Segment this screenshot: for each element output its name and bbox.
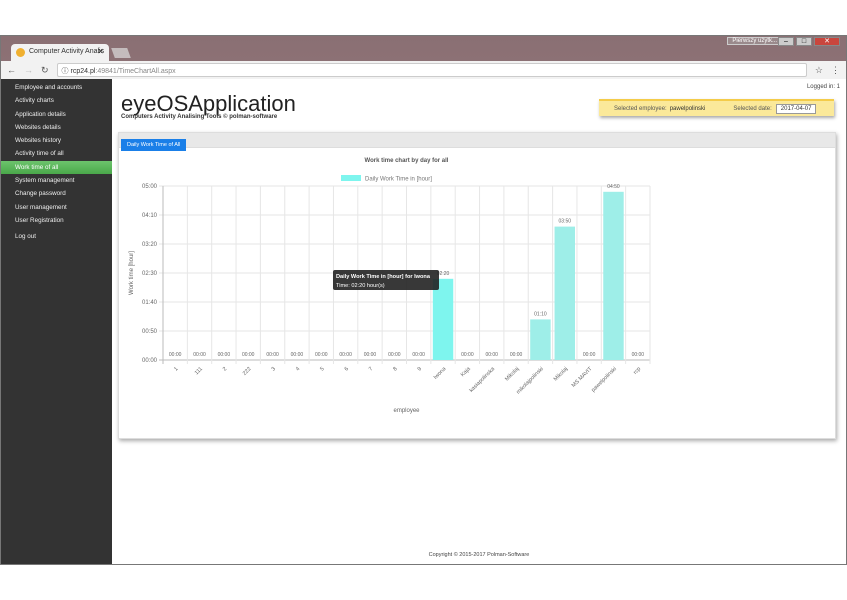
bar <box>554 226 576 360</box>
legend-label: Daily Work Time in [hour] <box>365 177 432 183</box>
sidebar-item-log-out[interactable]: Log out <box>1 230 112 243</box>
sidebar-item-change-password[interactable]: Change password <box>1 187 112 200</box>
data-label: 00:00 <box>339 352 352 358</box>
reload-icon[interactable]: ↻ <box>41 65 49 76</box>
x-axis-title: employee <box>393 408 420 414</box>
back-icon[interactable]: ← <box>7 65 16 75</box>
x-tick-label: 2 <box>222 366 228 372</box>
maximize-button[interactable]: □ <box>796 37 812 46</box>
legend-swatch <box>341 175 361 181</box>
footer: Copyright © 2015-2017 Polman-Software <box>428 552 530 558</box>
bookmark-star-icon[interactable]: ☆ <box>815 65 823 76</box>
x-tick-label: kasiapolinska <box>469 366 497 394</box>
data-label: 00:00 <box>266 352 279 358</box>
menu-icon[interactable]: ⋮ <box>831 65 840 76</box>
selected-employee: pawelpolinski <box>669 105 706 112</box>
chart-title: Work time chart by day for all <box>365 158 449 164</box>
data-label: 00:00 <box>291 352 304 358</box>
y-tick-label: 04:10 <box>142 213 158 219</box>
sidebar-item-websites-details[interactable]: Websites details <box>1 121 112 134</box>
x-tick-label: 3 <box>271 366 277 372</box>
data-label: 00:00 <box>218 352 231 358</box>
x-tick-label: Mikolaj <box>504 366 520 382</box>
bar <box>603 191 624 360</box>
data-label: 00:00 <box>169 352 182 358</box>
data-label: 00:00 <box>242 352 255 358</box>
date-label: Selected date: <box>733 105 772 112</box>
bar <box>432 278 454 360</box>
x-tick-label: 9 <box>417 366 423 372</box>
x-tick-label: 222 <box>242 366 253 377</box>
data-label: 00:00 <box>193 352 206 358</box>
date-input[interactable]: 2017-04-07 <box>775 103 817 114</box>
url-path: :49841/TimeChartAll.aspx <box>95 68 176 75</box>
x-tick-label: rcp <box>633 366 643 376</box>
data-label: 04:50 <box>607 184 620 190</box>
y-tick-label: 03:20 <box>142 242 158 248</box>
sidebar-item-system-management[interactable]: System management <box>1 174 112 187</box>
x-tick-label: MS MAVIT <box>571 366 594 389</box>
data-label: 00:00 <box>364 352 377 358</box>
data-label: 00:00 <box>510 352 523 358</box>
minimize-button[interactable]: – <box>778 37 794 46</box>
y-tick-label: 01:40 <box>142 300 158 306</box>
data-label: 01:10 <box>534 311 547 317</box>
browser-tab[interactable]: Computer Activity Analis ✕ <box>11 44 109 61</box>
y-axis-title: Work time [hour] <box>129 251 135 295</box>
x-tick-label: Iwona <box>433 366 448 381</box>
sidebar-item-user-management[interactable]: User management <box>1 201 112 214</box>
y-tick-label: 02:30 <box>142 271 158 277</box>
x-tick-label: 111 <box>194 366 204 376</box>
x-tick-label: 8 <box>392 366 398 372</box>
address-bar[interactable]: ⓘ rcp24.pl:49841/TimeChartAll.aspx <box>56 63 807 77</box>
favicon-icon <box>16 48 25 57</box>
tab-title: Computer Activity Analis <box>29 48 105 55</box>
data-label: 00:00 <box>412 352 425 358</box>
sidebar-item-websites-history[interactable]: Websites history <box>1 134 112 147</box>
sidebar-item-activity-charts[interactable]: Activity charts <box>1 94 112 107</box>
data-label: 03:50 <box>559 219 572 225</box>
y-tick-label: 00:50 <box>142 329 158 335</box>
work-time-chart: Work time chart by day for all Daily Work… <box>129 158 651 414</box>
new-tab-button[interactable] <box>111 48 131 58</box>
sidebar-item-employee-and-accounts[interactable]: Employee and accounts <box>1 81 112 94</box>
logged-in-count: Logged in: 1 <box>806 84 840 90</box>
data-label: 00:00 <box>388 352 401 358</box>
profile-button[interactable]: Pierwszy użytk... <box>727 37 782 45</box>
close-window-button[interactable]: ✕ <box>814 37 840 46</box>
browser-window: Computer Activity Analis ✕ Pierwszy użytk… <box>0 35 847 565</box>
sidebar-item-user-registration[interactable]: User Registration <box>1 214 112 227</box>
x-tick-label: 5 <box>319 366 325 372</box>
bar <box>530 319 551 360</box>
app-subtitle: Computers Activity Analising Tools © pol… <box>121 114 278 120</box>
x-tick-label: Mikolaj <box>553 366 569 382</box>
x-tick-label: 4 <box>295 366 301 372</box>
y-tick-label: 05:00 <box>142 184 158 190</box>
sidebar: Employee and accounts Activity charts Appl… <box>1 79 112 564</box>
y-tick-label: 00:00 <box>142 358 158 364</box>
chart-panel: Daily Work Time of All Work time chart b… <box>118 132 836 439</box>
x-tick-label: pawelpolinski <box>591 366 618 393</box>
x-tick-label: 1 <box>173 366 179 372</box>
selection-banner: Selected employee: pawelpolinski Selected… <box>599 99 834 116</box>
data-label: 00:00 <box>315 352 328 358</box>
data-label: 00:00 <box>583 352 596 358</box>
sidebar-item-application-details[interactable]: Application details <box>1 108 112 121</box>
data-label: 00:00 <box>632 352 645 358</box>
data-label: 00:00 <box>485 352 498 358</box>
close-tab-icon[interactable]: ✕ <box>97 47 104 56</box>
x-tick-label: 7 <box>368 366 374 372</box>
data-label: 00:00 <box>461 352 474 358</box>
sidebar-item-activity-time-of-all[interactable]: Activity time of all <box>1 147 112 160</box>
tooltip-title: Daily Work Time in [hour] for Iwona <box>336 274 431 280</box>
tooltip-body: Time: 02:20 hour(s) <box>336 283 385 289</box>
x-tick-label: Kaja <box>460 366 473 379</box>
employee-label: Selected employee: <box>614 105 667 112</box>
forward-icon[interactable]: → <box>24 65 33 75</box>
url-host: rcp24.pl <box>70 68 96 75</box>
x-tick-label: 6 <box>344 366 350 372</box>
sidebar-item-work-time-of-all[interactable]: Work time of all <box>1 160 112 175</box>
